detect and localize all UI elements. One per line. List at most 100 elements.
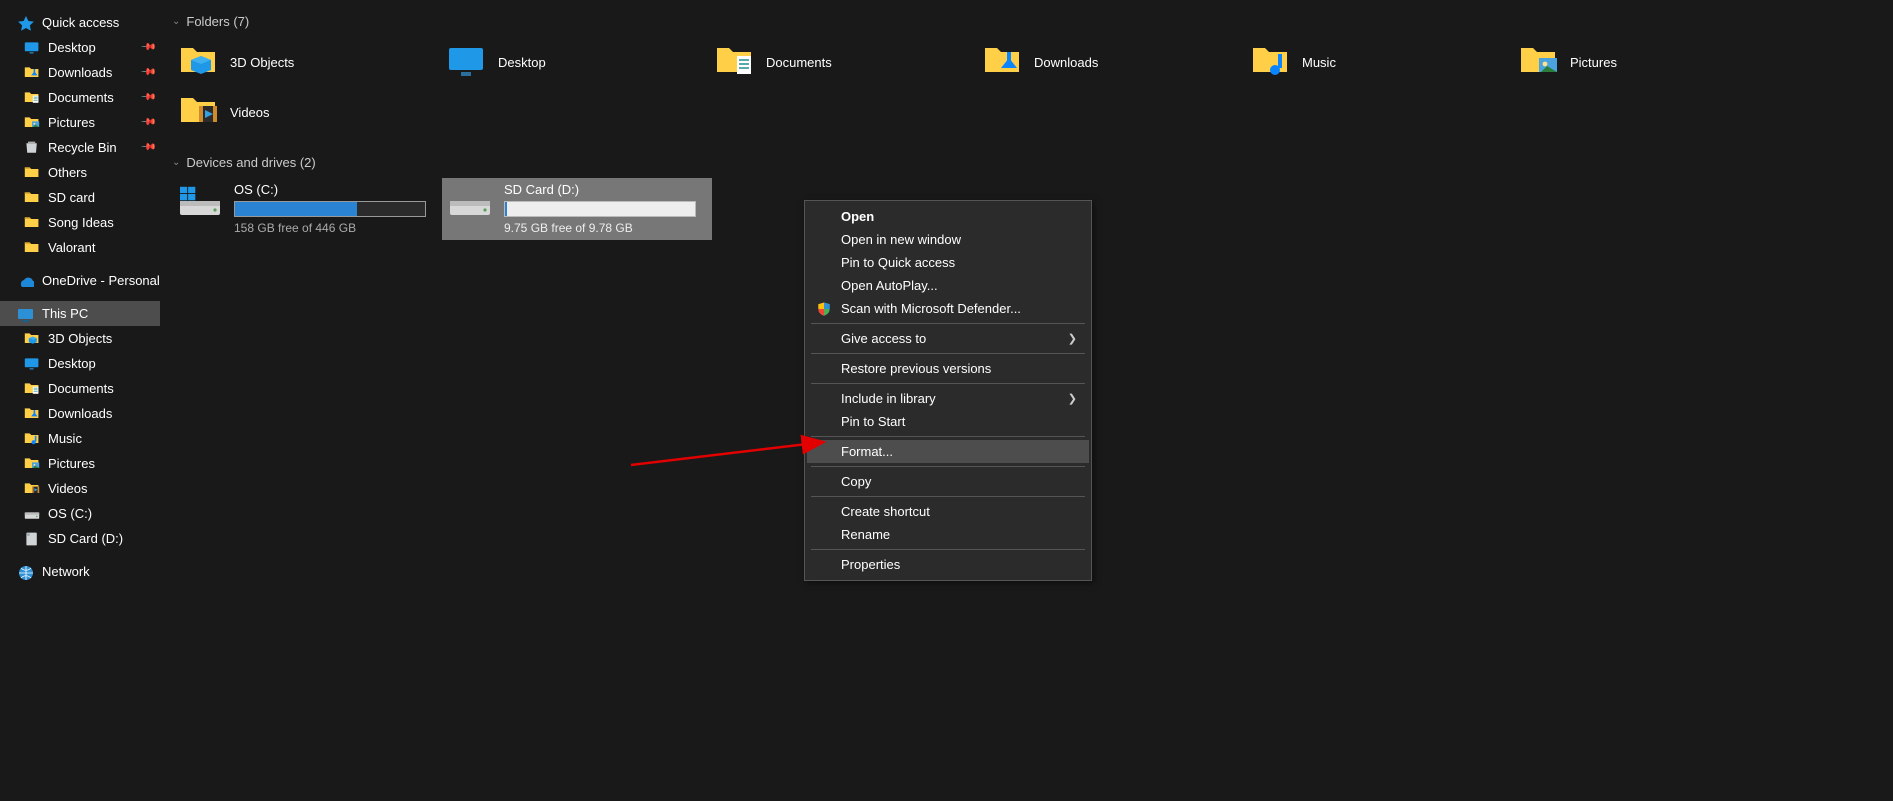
desktop-icon bbox=[24, 356, 40, 372]
ctx-create-shortcut[interactable]: Create shortcut bbox=[807, 500, 1089, 523]
context-separator bbox=[811, 496, 1085, 497]
nav-pc-item[interactable]: Documents bbox=[0, 376, 160, 401]
nav-pc-item[interactable]: Videos bbox=[0, 476, 160, 501]
videos-icon bbox=[24, 481, 40, 497]
folder-label: Music bbox=[1302, 55, 1336, 70]
nav-pc-item[interactable]: Pictures bbox=[0, 451, 160, 476]
nav-item-label: Documents bbox=[48, 381, 114, 396]
nav-pc-item[interactable]: Music bbox=[0, 426, 160, 451]
nav-item-label: Downloads bbox=[48, 406, 112, 421]
drive-icon bbox=[24, 506, 40, 522]
ctx-rename[interactable]: Rename bbox=[807, 523, 1089, 546]
nav-onedrive-label: OneDrive - Personal bbox=[42, 273, 160, 288]
nav-item-label: SD Card (D:) bbox=[48, 531, 123, 546]
videos-icon bbox=[178, 91, 220, 133]
pc-icon bbox=[16, 305, 34, 323]
nav-qa-item[interactable]: Downloads📌 bbox=[0, 60, 160, 85]
ctx-give-access-to[interactable]: Give access to❯ bbox=[807, 327, 1089, 350]
nav-pc-item[interactable]: 3D Objects bbox=[0, 326, 160, 351]
download-icon bbox=[24, 65, 40, 81]
drive-os-c[interactable]: OS (C:) 158 GB free of 446 GB bbox=[172, 178, 442, 240]
drives-group-header[interactable]: ⌄ Devices and drives (2) bbox=[172, 155, 1881, 170]
ctx-pin-to-start[interactable]: Pin to Start bbox=[807, 410, 1089, 433]
nav-pc-item[interactable]: Downloads bbox=[0, 401, 160, 426]
context-menu: Open Open in new window Pin to Quick acc… bbox=[804, 200, 1092, 581]
nav-qa-item[interactable]: Pictures 📌 bbox=[0, 110, 160, 135]
nav-onedrive[interactable]: OneDrive - Personal bbox=[0, 268, 160, 293]
chevron-right-icon: ❯ bbox=[1068, 332, 1077, 345]
drive-sd-card-d[interactable]: SD Card (D:) 9.75 GB free of 9.78 GB bbox=[442, 178, 712, 240]
download-icon bbox=[982, 41, 1024, 83]
nav-item-label: Recycle Bin bbox=[48, 140, 117, 155]
documents-icon bbox=[24, 381, 40, 397]
nav-pc-item[interactable]: OS (C:) bbox=[0, 501, 160, 526]
ctx-include-in-library[interactable]: Include in library❯ bbox=[807, 387, 1089, 410]
nav-item-label: OS (C:) bbox=[48, 506, 92, 521]
download-icon bbox=[24, 406, 40, 422]
nav-qa-item[interactable]: Valorant bbox=[0, 235, 160, 260]
folder-label: 3D Objects bbox=[230, 55, 294, 70]
pin-icon: 📌 bbox=[139, 64, 156, 81]
chevron-right-icon: ❯ bbox=[1068, 392, 1077, 405]
pin-icon: 📌 bbox=[139, 139, 156, 156]
ctx-scan-defender[interactable]: Scan with Microsoft Defender... bbox=[807, 297, 1089, 320]
pictures-icon bbox=[24, 456, 40, 472]
ctx-open-autoplay[interactable]: Open AutoPlay... bbox=[807, 274, 1089, 297]
nav-this-pc[interactable]: This PC bbox=[0, 301, 160, 326]
folder-icon bbox=[24, 240, 40, 256]
recycle-icon bbox=[24, 140, 40, 156]
music-icon bbox=[1250, 41, 1292, 83]
folder-item[interactable]: Videos bbox=[172, 87, 440, 137]
nav-qa-item[interactable]: Others bbox=[0, 160, 160, 185]
folder-item[interactable]: Desktop bbox=[440, 37, 708, 87]
documents-icon bbox=[714, 41, 756, 83]
documents-icon bbox=[24, 90, 40, 106]
folder-item[interactable]: Downloads bbox=[976, 37, 1244, 87]
nav-qa-item[interactable]: SD card bbox=[0, 185, 160, 210]
folders-group-header[interactable]: ⌄ Folders (7) bbox=[172, 14, 1881, 29]
pictures-icon bbox=[1518, 41, 1560, 83]
nav-item-label: Desktop bbox=[48, 40, 96, 55]
nav-qa-item[interactable]: Recycle Bin 📌 bbox=[0, 135, 160, 160]
nav-network[interactable]: Network bbox=[0, 559, 160, 584]
ctx-properties[interactable]: Properties bbox=[807, 553, 1089, 576]
shield-icon bbox=[815, 300, 833, 318]
nav-item-label: Desktop bbox=[48, 356, 96, 371]
folder-item[interactable]: Documents bbox=[708, 37, 976, 87]
folder-icon bbox=[24, 190, 40, 206]
nav-item-label: Music bbox=[48, 431, 82, 446]
ctx-pin-quick-access[interactable]: Pin to Quick access bbox=[807, 251, 1089, 274]
desktop-icon bbox=[446, 41, 488, 83]
nav-item-label: Videos bbox=[48, 481, 88, 496]
nav-quick-access[interactable]: Quick access bbox=[0, 10, 160, 35]
nav-item-label: Song Ideas bbox=[48, 215, 114, 230]
ctx-restore-previous-versions[interactable]: Restore previous versions bbox=[807, 357, 1089, 380]
folder-item[interactable]: Music bbox=[1244, 37, 1512, 87]
nav-qa-item[interactable]: Documents 📌 bbox=[0, 85, 160, 110]
ctx-format[interactable]: Format... bbox=[807, 440, 1089, 463]
drive-usage-bar bbox=[234, 201, 426, 217]
drive-free-text: 9.75 GB free of 9.78 GB bbox=[504, 221, 706, 235]
nav-item-label: SD card bbox=[48, 190, 95, 205]
chevron-down-icon: ⌄ bbox=[172, 157, 180, 168]
nav-item-label: Pictures bbox=[48, 115, 95, 130]
nav-pc-item[interactable]: Desktop bbox=[0, 351, 160, 376]
content-pane: ⌄ Folders (7) 3D Objects DesktopDocuments… bbox=[160, 0, 1893, 801]
context-separator bbox=[811, 383, 1085, 384]
context-separator bbox=[811, 466, 1085, 467]
nav-qa-item[interactable]: Desktop📌 bbox=[0, 35, 160, 60]
pin-icon: 📌 bbox=[139, 114, 156, 131]
nav-qa-item[interactable]: Song Ideas bbox=[0, 210, 160, 235]
folder-label: Downloads bbox=[1034, 55, 1098, 70]
pin-icon: 📌 bbox=[139, 89, 156, 106]
context-separator bbox=[811, 353, 1085, 354]
ctx-copy[interactable]: Copy bbox=[807, 470, 1089, 493]
folder-item[interactable]: Pictures bbox=[1512, 37, 1780, 87]
ctx-open-new-window[interactable]: Open in new window bbox=[807, 228, 1089, 251]
ctx-open[interactable]: Open bbox=[807, 205, 1089, 228]
folder-item[interactable]: 3D Objects bbox=[172, 37, 440, 87]
3d-icon bbox=[178, 41, 220, 83]
nav-item-label: Documents bbox=[48, 90, 114, 105]
nav-pc-item[interactable]: SD Card (D:) bbox=[0, 526, 160, 551]
folder-label: Videos bbox=[230, 105, 270, 120]
